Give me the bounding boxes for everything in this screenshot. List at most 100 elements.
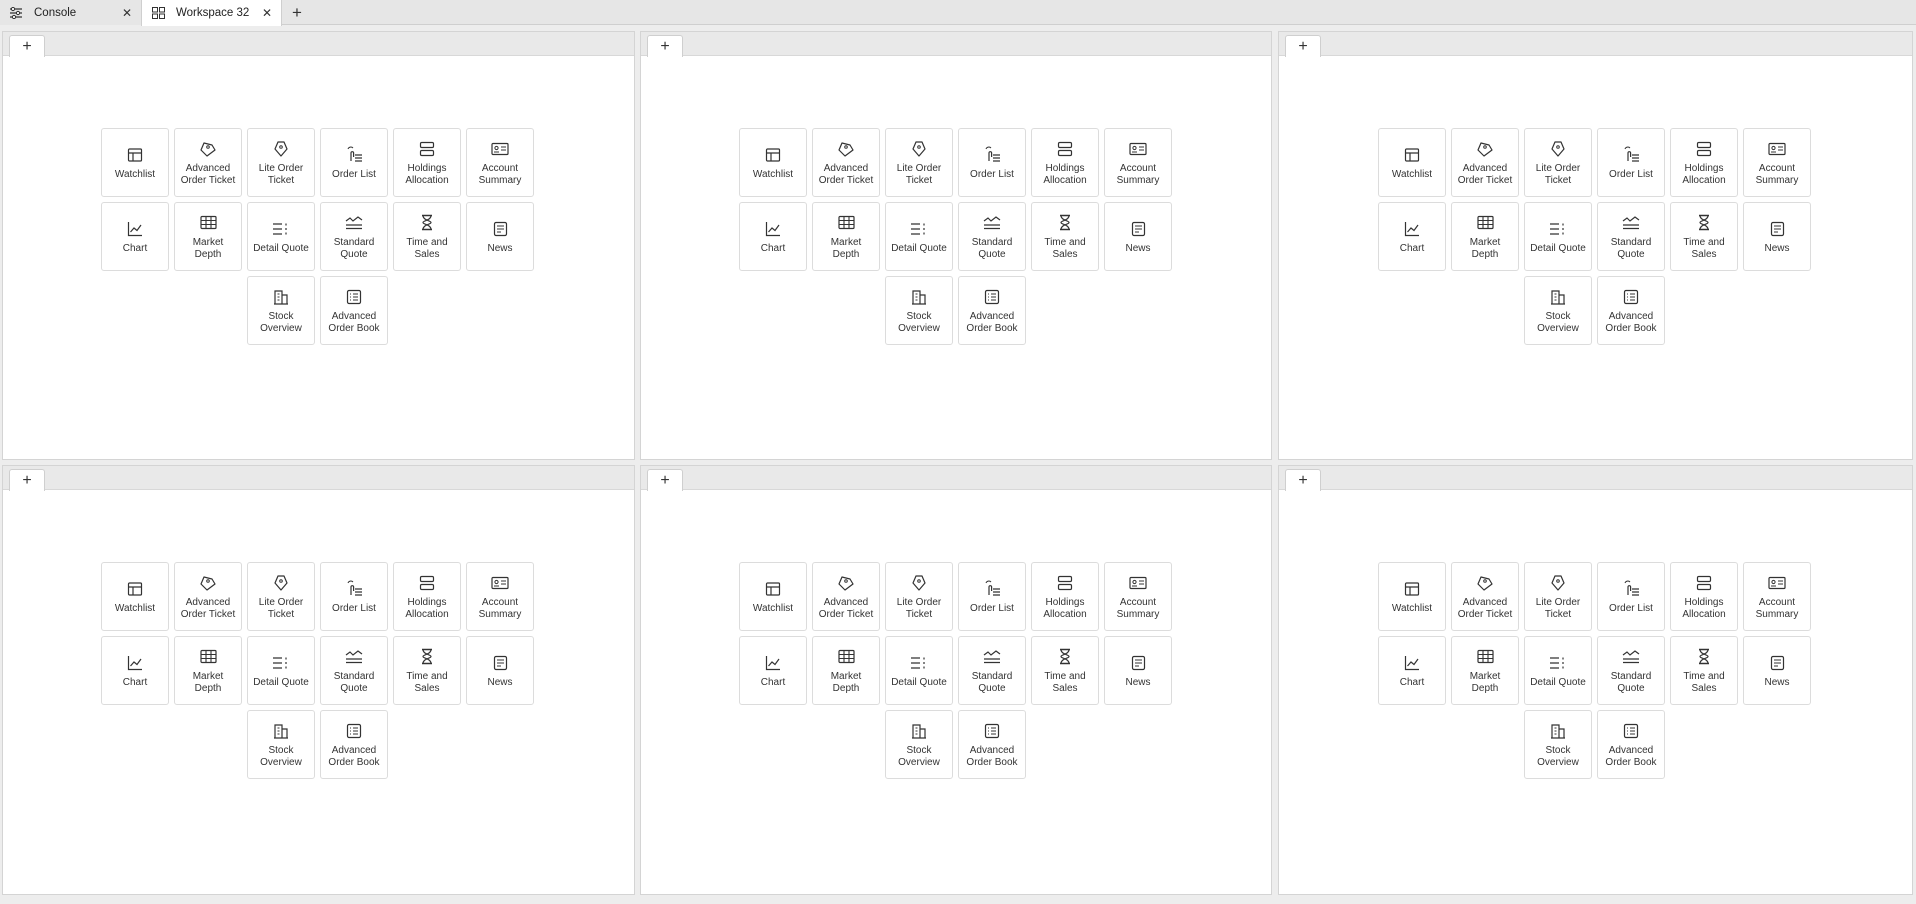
widget-tile[interactable]: Chart [739,636,807,705]
widget-tile[interactable]: Stock Overview [1524,710,1592,779]
widget-tile[interactable]: Account Summary [466,562,534,631]
widget-tile[interactable]: Holdings Allocation [1031,128,1099,197]
widget-tile[interactable]: Standard Quote [320,202,388,271]
widget-tile[interactable]: Advanced Order Ticket [812,562,880,631]
widget-tile[interactable]: Advanced Order Book [320,710,388,779]
widget-tile[interactable]: News [466,636,534,705]
widget-tile[interactable]: Watchlist [101,562,169,631]
widget-tile[interactable]: Lite Order Ticket [1524,562,1592,631]
new-tab-button[interactable]: + [282,0,312,25]
close-icon[interactable]: ✕ [261,7,273,19]
widget-tile[interactable]: Advanced Order Book [1597,710,1665,779]
widget-tile[interactable]: Time and Sales [1031,636,1099,705]
widget-tile[interactable]: Time and Sales [393,202,461,271]
widget-tile[interactable]: Account Summary [1743,562,1811,631]
workspace-panel: + Watchlist Advanced Order Ticket Lite Orde… [640,465,1272,895]
widget-tile[interactable]: Order List [958,128,1026,197]
widget-picker: Watchlist Advanced Order Ticket Lite Order… [101,128,539,350]
widget-tile[interactable]: Stock Overview [247,276,315,345]
panel-add-tab-button[interactable]: + [647,35,683,57]
widget-tile[interactable]: Chart [101,202,169,271]
widget-tile[interactable]: Holdings Allocation [1031,562,1099,631]
widget-tile[interactable]: Standard Quote [1597,202,1665,271]
widget-tile[interactable]: Detail Quote [1524,636,1592,705]
widget-tile[interactable]: Lite Order Ticket [247,562,315,631]
widget-tile[interactable]: Detail Quote [247,202,315,271]
widget-tile[interactable]: Lite Order Ticket [1524,128,1592,197]
widget-tile[interactable]: Advanced Order Book [958,276,1026,345]
widget-tile[interactable]: Order List [1597,128,1665,197]
widget-tile[interactable]: Detail Quote [885,636,953,705]
widget-tile[interactable]: Standard Quote [1597,636,1665,705]
tab-workspace[interactable]: Workspace 32 ✕ [141,0,282,26]
panel-add-tab-button[interactable]: + [1285,469,1321,491]
panel-header: + [641,466,1271,491]
widget-tile[interactable]: Holdings Allocation [393,128,461,197]
widget-tile[interactable]: Time and Sales [1670,636,1738,705]
widget-tile[interactable]: Order List [958,562,1026,631]
widget-tile[interactable]: Detail Quote [885,202,953,271]
widget-tile[interactable]: Market Depth [174,636,242,705]
widget-tile[interactable]: Order List [320,562,388,631]
widget-tile[interactable]: Holdings Allocation [393,562,461,631]
widget-tile[interactable]: Lite Order Ticket [247,128,315,197]
widget-tile[interactable]: Advanced Order Ticket [1451,562,1519,631]
widget-tile[interactable]: Market Depth [812,636,880,705]
tab-console[interactable]: Console ✕ [0,0,141,25]
widget-tile[interactable]: News [1104,202,1172,271]
widget-tile[interactable]: Market Depth [174,202,242,271]
widget-tile[interactable]: News [1104,636,1172,705]
widget-tile[interactable]: News [1743,202,1811,271]
widget-tile[interactable]: Lite Order Ticket [885,128,953,197]
widget-tile[interactable]: Order List [1597,562,1665,631]
widget-tile[interactable]: Lite Order Ticket [885,562,953,631]
widget-tile[interactable]: News [1743,636,1811,705]
building-icon [1548,721,1568,741]
panel-add-tab-button[interactable]: + [647,469,683,491]
widget-tile[interactable]: Chart [101,636,169,705]
widget-tile[interactable]: Advanced Order Book [320,276,388,345]
widget-tile[interactable]: Advanced Order Ticket [174,128,242,197]
widget-tile[interactable]: Account Summary [466,128,534,197]
widget-tile[interactable]: Market Depth [812,202,880,271]
panel-add-tab-button[interactable]: + [1285,35,1321,57]
widget-tile[interactable]: Market Depth [1451,636,1519,705]
widget-tile[interactable]: Watchlist [739,128,807,197]
widget-tile[interactable]: Stock Overview [885,710,953,779]
widget-tile[interactable]: News [466,202,534,271]
widget-tile[interactable]: Standard Quote [320,636,388,705]
widget-tile[interactable]: Watchlist [1378,128,1446,197]
widget-tile[interactable]: Holdings Allocation [1670,562,1738,631]
widget-tile[interactable]: Stock Overview [885,276,953,345]
widget-tile[interactable]: Detail Quote [247,636,315,705]
widget-tile[interactable]: Chart [739,202,807,271]
widget-tile[interactable]: Chart [1378,636,1446,705]
widget-tile[interactable]: Standard Quote [958,636,1026,705]
widget-tile[interactable]: Watchlist [739,562,807,631]
standard-quote-icon [344,213,364,233]
widget-tile[interactable]: Stock Overview [1524,276,1592,345]
widget-tile[interactable]: Watchlist [1378,562,1446,631]
widget-tile[interactable]: Order List [320,128,388,197]
widget-tile[interactable]: Detail Quote [1524,202,1592,271]
widget-tile[interactable]: Time and Sales [1670,202,1738,271]
close-icon[interactable]: ✕ [121,7,133,19]
widget-tile[interactable]: Market Depth [1451,202,1519,271]
widget-tile[interactable]: Time and Sales [393,636,461,705]
widget-tile[interactable]: Advanced Order Ticket [812,128,880,197]
widget-tile[interactable]: Advanced Order Ticket [174,562,242,631]
widget-tile[interactable]: Account Summary [1743,128,1811,197]
widget-tile[interactable]: Watchlist [101,128,169,197]
widget-tile[interactable]: Standard Quote [958,202,1026,271]
widget-tile[interactable]: Account Summary [1104,128,1172,197]
widget-tile[interactable]: Stock Overview [247,710,315,779]
widget-tile[interactable]: Account Summary [1104,562,1172,631]
widget-tile[interactable]: Chart [1378,202,1446,271]
widget-tile[interactable]: Time and Sales [1031,202,1099,271]
panel-add-tab-button[interactable]: + [9,35,45,57]
panel-add-tab-button[interactable]: + [9,469,45,491]
widget-tile[interactable]: Holdings Allocation [1670,128,1738,197]
widget-tile[interactable]: Advanced Order Ticket [1451,128,1519,197]
widget-tile[interactable]: Advanced Order Book [1597,276,1665,345]
widget-tile[interactable]: Advanced Order Book [958,710,1026,779]
